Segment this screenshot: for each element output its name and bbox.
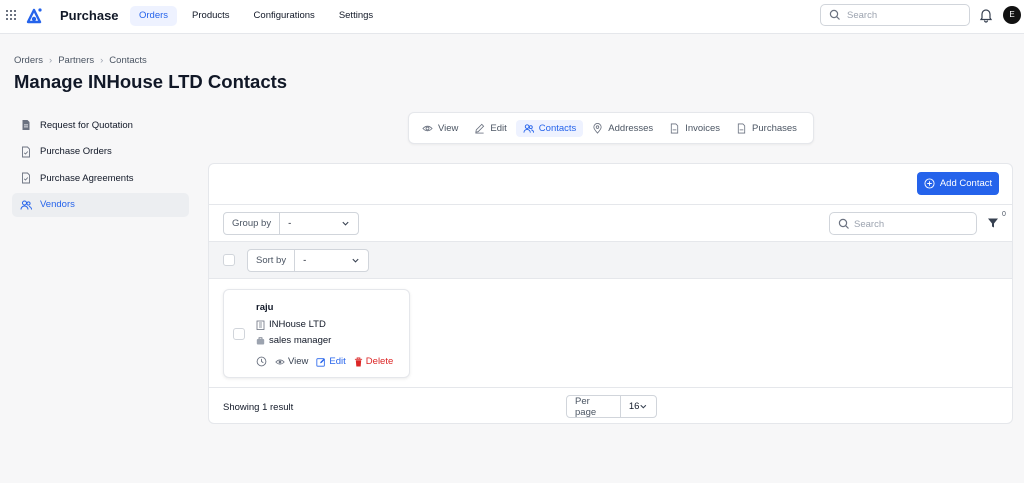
sort-by-value: - <box>303 255 307 266</box>
contact-company: INHouse LTD <box>269 319 326 330</box>
chevron-right-icon: › <box>100 55 104 66</box>
tab-invoices[interactable]: Invoices <box>662 120 727 137</box>
users-icon <box>20 200 32 210</box>
map-pin-icon <box>593 122 602 134</box>
nav-configurations[interactable]: Configurations <box>245 6 324 26</box>
search-placeholder: Search <box>854 219 885 230</box>
nav-orders[interactable]: Orders <box>130 6 178 26</box>
search-placeholder: Search <box>847 10 878 21</box>
tab-contacts[interactable]: Contacts <box>515 119 584 137</box>
tab-label: Invoices <box>685 122 721 134</box>
delete-contact-button[interactable]: Delete <box>354 356 393 367</box>
document-check-icon <box>22 146 30 158</box>
contact-card: raju INHouse LTD sales manager View Edit… <box>223 289 410 378</box>
list-header-row: Sort by - <box>209 242 1012 279</box>
main-nav: Orders Products Configurations Settings <box>130 6 382 26</box>
search-icon <box>829 9 840 20</box>
sidebar-item-label: Request for Quotation <box>40 119 133 131</box>
sort-by-select[interactable]: Sort by - <box>247 249 369 272</box>
contact-actions: View Edit Delete <box>256 356 393 367</box>
sidebar-item-purchase-agreements[interactable]: Purchase Agreements <box>12 166 189 190</box>
filter-funnel-icon[interactable] <box>987 217 999 229</box>
pencil-square-icon <box>316 357 326 367</box>
breadcrumb-contacts: Contacts <box>109 55 147 66</box>
view-label: View <box>288 356 309 367</box>
global-search-input[interactable]: Search <box>820 4 970 26</box>
chevron-down-icon <box>352 258 359 263</box>
edit-label: Edit <box>329 356 346 367</box>
tab-label: Addresses <box>608 122 654 134</box>
trash-icon <box>354 357 362 366</box>
chevron-down-icon <box>342 221 349 226</box>
plus-circle-icon <box>924 178 935 189</box>
search-icon <box>838 218 849 229</box>
document-icon <box>22 120 30 130</box>
eye-icon <box>275 359 285 364</box>
view-contact-button[interactable]: View <box>275 356 308 367</box>
group-by-value: - <box>288 218 292 229</box>
sidebar-item-label: Vendors <box>40 199 75 211</box>
document-icon <box>671 123 679 133</box>
select-all-checkbox[interactable] <box>223 254 235 266</box>
tab-label: Contacts <box>538 122 577 134</box>
sidebar-item-label: Purchase Orders <box>40 146 112 158</box>
per-page-select[interactable]: Per page 16 <box>566 395 657 418</box>
notification-bell-icon[interactable] <box>979 7 993 23</box>
tab-label: Edit <box>490 122 507 134</box>
group-by-label: Group by <box>224 213 281 234</box>
per-page-label: Per page <box>567 396 621 418</box>
per-page-value: 16 <box>628 401 640 412</box>
sort-by-label: Sort by <box>248 250 296 271</box>
briefcase-icon <box>256 336 265 344</box>
record-tabs: View Edit Contacts Addresses Invoices Pu… <box>408 112 814 144</box>
contacts-search-input[interactable]: Search <box>829 212 977 235</box>
top-bar: Purchase Orders Products Configurations … <box>0 0 1024 34</box>
result-count: Showing 1 result <box>223 402 294 413</box>
tab-addresses[interactable]: Addresses <box>585 120 660 137</box>
sidebar-item-purchase-orders[interactable]: Purchase Orders <box>12 140 189 164</box>
nav-settings[interactable]: Settings <box>330 6 382 26</box>
pencil-icon <box>475 123 485 133</box>
contact-company-row: INHouse LTD <box>256 319 326 330</box>
edit-contact-button[interactable]: Edit <box>316 356 346 367</box>
tab-purchases[interactable]: Purchases <box>729 120 804 137</box>
contacts-panel: Add Contact Group by - Search 0 Sort by … <box>208 163 1013 424</box>
breadcrumb: Orders › Partners › Contacts <box>14 55 147 66</box>
tab-label: Purchases <box>752 122 797 134</box>
clock-icon[interactable] <box>256 356 267 367</box>
contact-job-row: sales manager <box>256 335 331 346</box>
chevron-down-icon <box>640 404 647 409</box>
sidebar-item-request-for-quotation[interactable]: Request for Quotation <box>12 113 189 137</box>
tab-edit[interactable]: Edit <box>467 120 513 137</box>
contact-select-checkbox[interactable] <box>233 328 245 340</box>
chevron-right-icon: › <box>49 55 53 66</box>
filter-toolbar: Group by - Search 0 <box>209 204 1012 242</box>
page-title: Manage INHouse LTD Contacts <box>14 71 288 92</box>
add-contact-label: Add Contact <box>939 178 993 189</box>
sidebar-item-vendors[interactable]: Vendors <box>12 192 189 217</box>
tab-label: View <box>438 122 459 134</box>
app-logo-icon[interactable] <box>25 7 43 25</box>
app-grid-icon[interactable] <box>6 10 16 20</box>
delete-label: Delete <box>365 356 394 367</box>
group-by-select[interactable]: Group by - <box>223 212 359 235</box>
app-title: Purchase <box>60 8 119 23</box>
breadcrumb-partners[interactable]: Partners <box>58 55 94 66</box>
breadcrumb-orders[interactable]: Orders <box>14 55 43 66</box>
sidebar: Request for Quotation Purchase Orders Pu… <box>12 113 189 219</box>
filter-count-badge: 0 <box>1002 211 1006 218</box>
contact-name: raju <box>256 302 274 313</box>
document-check-icon <box>22 172 30 184</box>
users-icon <box>523 123 534 133</box>
eye-icon <box>422 125 433 131</box>
pagination-footer: Showing 1 result Per page 16 <box>209 387 1012 424</box>
user-avatar[interactable]: E <box>1003 6 1021 24</box>
document-icon <box>737 123 746 133</box>
nav-products[interactable]: Products <box>183 6 239 26</box>
building-icon <box>256 320 265 330</box>
tab-view[interactable]: View <box>415 120 465 137</box>
contact-job-title: sales manager <box>269 335 332 346</box>
sidebar-item-label: Purchase Agreements <box>40 172 134 184</box>
add-contact-button[interactable]: Add Contact <box>917 172 999 195</box>
